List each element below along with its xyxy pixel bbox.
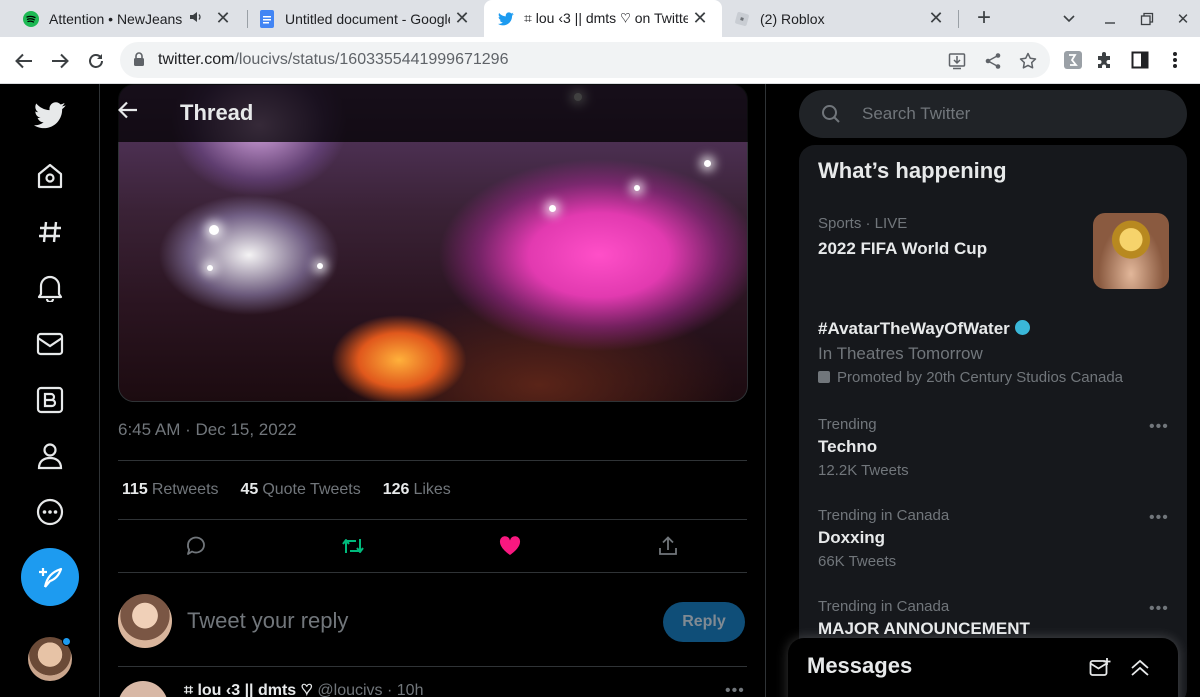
trend-meta: Sports · LIVE bbox=[818, 215, 908, 232]
trend-title[interactable]: Doxxing bbox=[818, 528, 885, 548]
reply-button[interactable]: Reply bbox=[663, 602, 745, 642]
trend-title[interactable]: Techno bbox=[818, 437, 877, 457]
search-icon bbox=[821, 104, 841, 129]
url-text: twitter.com/loucivs/status/1603355441999… bbox=[158, 51, 509, 68]
next-tweet-author[interactable]: ⌗ lou ‹3 || dmts ♡ @loucivs · 10h bbox=[184, 682, 423, 697]
twitter-logo-icon[interactable] bbox=[30, 95, 70, 135]
more-circle-icon[interactable] bbox=[30, 492, 70, 532]
minimize-icon[interactable] bbox=[1093, 0, 1127, 37]
trends-title: What’s happening bbox=[818, 158, 1007, 183]
trend-meta: Trending in Canada bbox=[818, 507, 950, 524]
close-tab-icon[interactable]: ✕ bbox=[450, 8, 474, 29]
audio-icon[interactable] bbox=[189, 10, 203, 27]
reload-icon[interactable] bbox=[83, 48, 109, 74]
back-icon[interactable] bbox=[11, 48, 37, 74]
promoted-label: Promoted by 20th Century Studios Canada bbox=[818, 369, 1123, 386]
tab-title: ⌗ lou ‹3 || dmts ♡ on Twitte bbox=[524, 10, 688, 26]
more-options-icon[interactable]: ••• bbox=[725, 682, 745, 697]
close-tab-icon[interactable]: ✕ bbox=[211, 8, 235, 29]
bookmark-star-icon[interactable] bbox=[1018, 51, 1038, 71]
trend-title[interactable]: 2022 FIFA World Cup bbox=[818, 239, 987, 259]
tab-search-icon[interactable] bbox=[1052, 0, 1086, 37]
whats-happening-panel: What’s happening Sports · LIVE 2022 FIFA… bbox=[799, 145, 1187, 697]
more-options-icon[interactable]: ••• bbox=[1149, 418, 1169, 436]
search-input[interactable]: Search Twitter bbox=[862, 104, 970, 124]
reply-input[interactable]: Tweet your reply bbox=[187, 608, 348, 634]
main-column: Thread 6:45 AM · Dec 15, 2022 115 Retweet… bbox=[99, 84, 766, 697]
new-message-icon[interactable] bbox=[1088, 656, 1112, 680]
more-options-icon[interactable]: ••• bbox=[1149, 509, 1169, 527]
restore-icon[interactable] bbox=[1130, 0, 1164, 37]
share-icon[interactable] bbox=[983, 51, 1003, 71]
tab-spotify[interactable]: Attention • NewJeans ✕ bbox=[0, 0, 245, 37]
tab-twitter[interactable]: ⌗ lou ‹3 || dmts ♡ on Twitte ✕ bbox=[484, 0, 722, 37]
feather-plus-icon bbox=[39, 567, 63, 588]
tab-title: Untitled document - Google bbox=[285, 10, 450, 27]
search-box[interactable]: Search Twitter bbox=[799, 90, 1187, 138]
trend-count: 12.2K Tweets bbox=[818, 462, 909, 479]
tab-roblox[interactable]: (2) Roblox ✕ bbox=[722, 0, 958, 37]
promoted-icon bbox=[818, 371, 830, 383]
trend-title[interactable]: #AvatarTheWayOfWater bbox=[818, 319, 1030, 339]
trend-thumbnail[interactable] bbox=[1093, 213, 1169, 289]
share-upload-icon[interactable] bbox=[655, 533, 681, 559]
next-tweet-avatar[interactable] bbox=[118, 681, 168, 697]
tweet-timestamp[interactable]: 6:45 AM · Dec 15, 2022 bbox=[118, 420, 297, 440]
page-title: Thread bbox=[180, 100, 254, 125]
roblox-icon bbox=[734, 11, 750, 27]
explore-hashtag-icon[interactable] bbox=[30, 212, 70, 252]
profile-icon[interactable] bbox=[30, 436, 70, 476]
reply-avatar[interactable] bbox=[118, 594, 172, 648]
messages-title: Messages bbox=[807, 653, 913, 678]
quote-tweets-stat[interactable]: 45 Quote Tweets bbox=[241, 481, 361, 499]
messages-drawer[interactable]: Messages bbox=[788, 638, 1178, 697]
left-nav bbox=[0, 84, 99, 697]
trend-subtitle: In Theatres Tomorrow bbox=[818, 344, 983, 363]
tweet-stats: 115 Retweets 45 Quote Tweets 126 Likes bbox=[122, 481, 473, 499]
thread-header: Thread bbox=[100, 84, 765, 142]
home-icon[interactable] bbox=[30, 156, 70, 196]
install-icon[interactable] bbox=[947, 51, 967, 71]
trend-title[interactable]: MAJOR ANNOUNCEMENT bbox=[818, 619, 1030, 639]
trend-meta: Trending bbox=[818, 416, 877, 433]
messages-envelope-icon[interactable] bbox=[30, 324, 70, 364]
lists-icon[interactable] bbox=[30, 380, 70, 420]
google-docs-icon bbox=[259, 9, 275, 28]
compose-tweet-button[interactable] bbox=[21, 548, 79, 606]
close-tab-icon[interactable]: ✕ bbox=[688, 8, 712, 29]
retweets-stat[interactable]: 115 Retweets bbox=[122, 481, 219, 499]
extensions-puzzle-icon[interactable] bbox=[1094, 49, 1116, 71]
address-bar[interactable]: twitter.com/loucivs/status/1603355441999… bbox=[120, 42, 1050, 78]
side-panel-icon[interactable] bbox=[1129, 49, 1151, 71]
spotify-icon bbox=[23, 10, 39, 27]
expand-chevron-icon[interactable] bbox=[1128, 656, 1152, 680]
tweet-actions bbox=[118, 519, 747, 572]
retweet-icon[interactable] bbox=[340, 533, 366, 559]
likes-stat[interactable]: 126 Likes bbox=[383, 481, 451, 499]
tab-title: (2) Roblox bbox=[760, 10, 825, 27]
close-tab-icon[interactable]: ✕ bbox=[924, 8, 948, 29]
extension-icon[interactable] bbox=[1062, 49, 1084, 71]
like-heart-icon[interactable] bbox=[497, 533, 523, 559]
lock-icon[interactable] bbox=[133, 52, 145, 72]
twitter-page: Thread 6:45 AM · Dec 15, 2022 115 Retweet… bbox=[0, 84, 1200, 697]
browser-tab-strip: Attention • NewJeans ✕ Untitled document… bbox=[0, 0, 1200, 37]
forward-icon[interactable] bbox=[47, 48, 73, 74]
new-tab-button[interactable]: + bbox=[970, 4, 998, 32]
reply-icon[interactable] bbox=[183, 533, 209, 559]
notifications-bell-icon[interactable] bbox=[30, 268, 70, 308]
trend-meta: Trending in Canada bbox=[818, 598, 950, 615]
back-arrow-icon[interactable] bbox=[117, 101, 142, 125]
avatar-emoji-icon bbox=[1014, 320, 1030, 335]
tab-google-docs[interactable]: Untitled document - Google ✕ bbox=[236, 0, 484, 37]
menu-kebab-icon[interactable] bbox=[1164, 49, 1186, 71]
close-window-icon[interactable]: ✕ bbox=[1166, 0, 1200, 37]
twitter-icon bbox=[498, 11, 514, 27]
trend-count: 66K Tweets bbox=[818, 553, 897, 570]
more-options-icon[interactable]: ••• bbox=[1149, 600, 1169, 618]
tab-title: Attention • NewJeans bbox=[49, 10, 183, 27]
browser-toolbar: twitter.com/loucivs/status/1603355441999… bbox=[0, 37, 1200, 84]
notification-dot bbox=[62, 637, 71, 646]
